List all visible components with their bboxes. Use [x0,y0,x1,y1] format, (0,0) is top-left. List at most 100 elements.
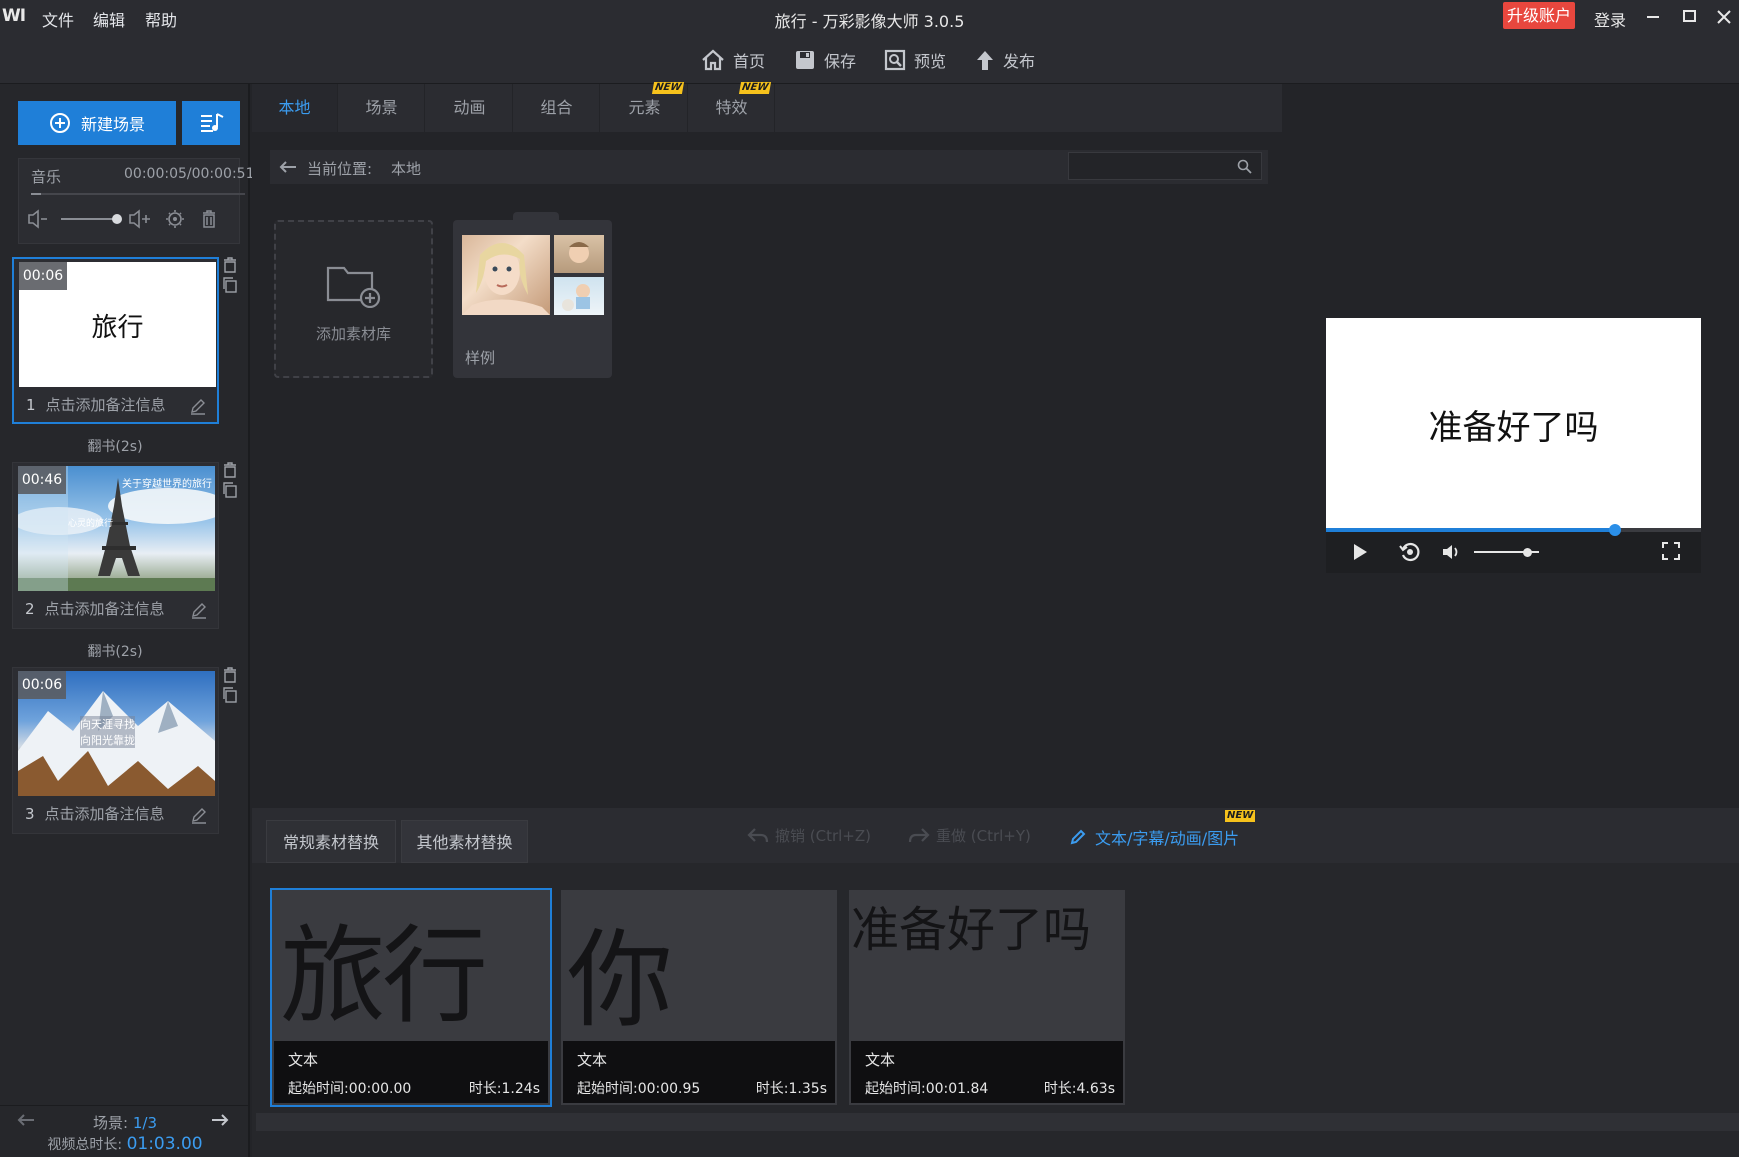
transition-label-1[interactable]: 翻书(2s) [0,436,230,456]
scene-card-1[interactable]: 00:06 旅行 1 点击添加备注信息 [12,257,219,424]
scene-note[interactable]: 2 点击添加备注信息 [25,598,165,619]
text-element-start: 起始时间:00:00.00 [288,1081,412,1097]
tab-combination[interactable]: 组合 [514,84,600,132]
redo-button[interactable]: 重做 (Ctrl+Y) [908,825,1031,846]
sample-library-folder[interactable]: 样例 [453,212,612,378]
undo-icon [747,827,769,845]
text-element-type: 文本 [288,1051,319,1069]
tab-effects[interactable]: 特效 NEW [689,82,775,132]
edit-text-subtitle-link[interactable]: 文本/字幕/动画/图片 [1069,825,1239,849]
tab-regular-replace[interactable]: 常规素材替换 [266,820,396,863]
total-duration: 视频总时长: 01:03.00 [0,1134,250,1154]
library-tabs: 本地 场景 动画 组合 元素 NEW 特效 NEW [252,82,1282,132]
text-element-preview: 准备好了吗 [851,902,1092,958]
library-search-input[interactable] [1068,152,1262,180]
search-icon[interactable] [1237,159,1253,175]
back-arrow-icon[interactable] [278,159,298,175]
play-icon[interactable] [1351,542,1369,562]
trash-icon[interactable] [194,205,224,233]
window-title: 旅行 - 万彩影像大师 3.0.5 [774,12,965,31]
add-library-label: 添加素材库 [315,325,391,343]
save-button[interactable]: 保存 [794,46,856,74]
scene-overlay-text-2: 心灵的旅行 [68,519,114,529]
sample-baby-image [554,235,604,273]
undo-label: 撤销 (Ctrl+Z) [775,827,872,845]
volume-up-icon[interactable] [126,205,156,233]
volume-down-icon[interactable] [23,205,53,233]
maximize-icon[interactable] [1674,4,1704,30]
tab-local[interactable]: 本地 [252,84,338,132]
home-button[interactable]: 首页 [701,46,765,74]
replay-camera-icon[interactable] [1399,541,1421,563]
settings-gear-icon[interactable] [160,205,190,233]
main-toolbar [0,34,1739,84]
home-label: 首页 [733,52,766,71]
horizontal-scrollbar[interactable] [256,1113,1739,1131]
playback-progress-track[interactable] [1326,528,1701,532]
preview-canvas[interactable]: 准备好了吗 [1326,318,1701,528]
copy-scene-icon[interactable] [223,482,237,498]
scene-card-2[interactable]: 00:46 关于穿越世界的旅行 心灵的旅行 2 点击添加备注信息 [12,462,219,629]
music-list-icon [199,111,225,135]
scene-card-3[interactable]: 00:06 向天涯寻找 向阳光靠拢 3 点击添加备注信息 [12,667,219,834]
folder-tab [513,212,559,224]
text-element-start: 起始时间:00:01.84 [865,1081,989,1097]
tab-animation[interactable]: 动画 [427,84,513,132]
scene-note-text: 点击添加备注信息 [44,600,165,618]
edit-note-icon[interactable] [190,601,208,619]
publish-button[interactable]: 发布 [975,46,1035,74]
scene-note[interactable]: 3 点击添加备注信息 [25,803,165,824]
close-icon[interactable] [1709,4,1739,30]
transition-label-2[interactable]: 翻书(2s) [0,641,230,661]
playback-progress-handle[interactable] [1608,524,1621,536]
delete-scene-icon[interactable] [223,667,237,683]
fullscreen-icon[interactable] [1661,541,1681,561]
new-scene-button[interactable]: 新建场景 [18,101,176,145]
left-footer-divider [0,1105,250,1106]
tab-other-replace[interactable]: 其他素材替换 [401,820,528,863]
scene-duration-badge: 00:06 [19,262,67,290]
add-library-button[interactable]: 添加素材库 [274,220,433,378]
music-time: 00:00:05/00:00:51 [124,166,255,182]
scene-index: 1 [26,396,36,414]
copy-scene-icon[interactable] [223,277,237,293]
copy-scene-icon[interactable] [223,687,237,703]
music-progress-track[interactable] [31,193,245,195]
tab-elements[interactable]: 元素 NEW [602,82,688,132]
volume-icon[interactable] [1441,542,1463,562]
delete-scene-icon[interactable] [223,462,237,478]
text-element-card-3[interactable]: 准备好了吗 文本 起始时间:00:01.84 时长:4.63s [849,890,1125,1105]
publish-label: 发布 [1003,52,1036,71]
scene-index: 2 [25,600,35,618]
scene-thumbnail-paris: 00:46 关于穿越世界的旅行 心灵的旅行 [18,466,215,591]
edit-note-icon[interactable] [190,806,208,824]
total-duration-value: 01:03.00 [126,1134,203,1154]
delete-scene-icon[interactable] [223,257,237,273]
music-list-button[interactable] [182,101,240,145]
volume-slider-handle[interactable] [1523,548,1533,557]
edit-note-icon[interactable] [189,397,207,415]
upgrade-account-button[interactable]: 升级账户 [1503,2,1575,29]
scene-overlay-text: 关于穿越世界的旅行 [122,479,212,490]
text-element-card-1[interactable]: 旅行 文本 起始时间:00:00.00 时长:1.24s [270,888,552,1107]
save-label: 保存 [824,52,857,71]
login-button[interactable]: 登录 [1594,7,1626,31]
scene-thumbnail-mountain: 00:06 向天涯寻找 向阳光靠拢 [18,671,215,796]
scene-note[interactable]: 1 点击添加备注信息 [26,394,166,415]
undo-button[interactable]: 撤销 (Ctrl+Z) [747,825,871,846]
text-element-info: 文本 起始时间:00:00.95 时长:1.35s [563,1041,835,1103]
text-element-card-2[interactable]: 你 文本 起始时间:00:00.95 时长:1.35s [561,890,837,1105]
scene-note-text: 点击添加备注信息 [45,396,166,414]
tab-scenes[interactable]: 场景 [339,84,425,132]
text-element-type: 文本 [865,1051,896,1069]
minimize-icon[interactable] [1638,4,1668,30]
music-volume-slider[interactable] [61,218,117,220]
path-value[interactable]: 本地 [391,158,421,179]
scene-note-text: 点击添加备注信息 [44,805,165,823]
home-icon [701,49,725,71]
tab-effects-label: 特效 [715,98,748,117]
upload-icon [975,49,995,71]
text-element-start: 起始时间:00:00.95 [577,1081,701,1097]
preview-button[interactable]: 预览 [884,46,946,74]
music-volume-handle[interactable] [112,214,122,224]
